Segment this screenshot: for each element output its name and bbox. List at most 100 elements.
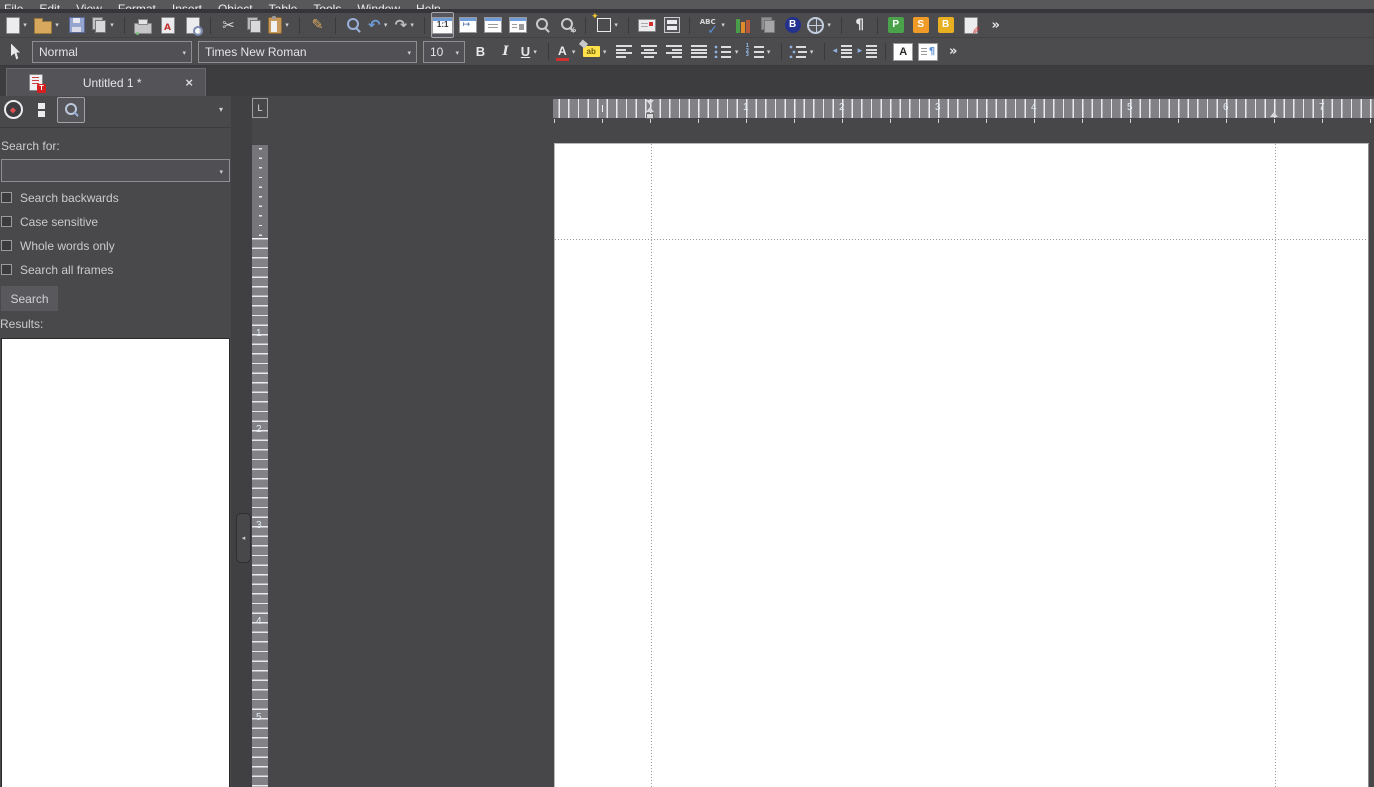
zoom-tool-button[interactable]: [531, 12, 554, 38]
chevron-down-icon[interactable]: ▾: [52, 21, 62, 29]
menu-table[interactable]: Table: [265, 2, 310, 9]
thumbnails-panel-button[interactable]: [29, 97, 53, 123]
chevron-down-icon[interactable]: ▾: [107, 21, 117, 29]
checkbox-unchecked[interactable]: [1, 240, 12, 251]
export-pdf-button[interactable]: A: [156, 12, 179, 38]
thesaurus-button[interactable]: [731, 12, 754, 38]
redo-button[interactable]: ↷▾: [394, 12, 419, 38]
basicmaker-button[interactable]: B: [934, 12, 957, 38]
bullet-list-button[interactable]: ▾: [713, 39, 743, 65]
numbered-list-button[interactable]: ▾: [745, 39, 775, 65]
copy-button[interactable]: [242, 12, 265, 38]
chevron-down-icon[interactable]: ▾: [182, 49, 186, 57]
chevron-down-icon[interactable]: ▾: [764, 48, 774, 56]
insert-text-frame-button[interactable]: ▾: [592, 12, 622, 38]
compare-documents-button[interactable]: [756, 12, 779, 38]
right-indent-marker[interactable]: [1270, 112, 1278, 117]
format-painter-button[interactable]: ✎: [306, 12, 329, 38]
search-results-list[interactable]: [1, 338, 230, 787]
underline-button[interactable]: U▾: [519, 39, 542, 65]
tab-close-button[interactable]: ×: [181, 75, 197, 90]
menu-help[interactable]: Help: [412, 2, 453, 9]
paragraph-dialog-button[interactable]: [917, 39, 940, 65]
chevron-down-icon[interactable]: ▾: [569, 48, 579, 56]
bold-button[interactable]: B: [469, 39, 492, 65]
menu-view[interactable]: View: [72, 2, 114, 9]
chevron-down-icon[interactable]: ▾: [381, 21, 391, 29]
save-versions-button[interactable]: ▾: [90, 12, 118, 38]
document-tab[interactable]: Untitled 1 * ×: [6, 68, 206, 96]
split-window-button[interactable]: [660, 12, 683, 38]
outline-list-button[interactable]: ▾: [788, 39, 818, 65]
document-page[interactable]: [554, 143, 1369, 787]
font-color-button[interactable]: A▾: [555, 39, 580, 65]
checkbox-unchecked[interactable]: [1, 192, 12, 203]
menu-file[interactable]: File: [0, 2, 35, 9]
chevron-down-icon[interactable]: ▾: [600, 48, 610, 56]
save-button[interactable]: [65, 12, 88, 38]
chevron-down-icon[interactable]: ▾: [282, 21, 292, 29]
reference-button[interactable]: B: [781, 12, 804, 38]
chevron-down-icon[interactable]: ▾: [718, 21, 728, 29]
tab-stop-type-button[interactable]: L: [252, 98, 268, 118]
highlight-button[interactable]: ab▾: [582, 39, 611, 65]
chevron-down-icon[interactable]: ▾: [20, 21, 30, 29]
chevron-down-icon[interactable]: ▾: [824, 21, 834, 29]
menu-edit[interactable]: Edit: [35, 2, 72, 9]
fit-page-width-button[interactable]: [456, 12, 479, 38]
horizontal-ruler[interactable]: 1234567: [553, 99, 1374, 118]
spell-check-button[interactable]: ABC▾: [696, 12, 729, 38]
object-mode-button[interactable]: [5, 39, 28, 65]
style-combo[interactable]: Normal▾: [32, 41, 192, 63]
print-preview-button[interactable]: [181, 12, 204, 38]
insert-comment-button[interactable]: [635, 12, 658, 38]
paste-button[interactable]: ▾: [267, 12, 293, 38]
web-lookup-button[interactable]: ▾: [806, 12, 835, 38]
chevron-down-icon[interactable]: ▾: [530, 48, 540, 56]
chevron-down-icon[interactable]: ▾: [219, 105, 223, 114]
vertical-ruler[interactable]: 12345: [252, 145, 268, 787]
chevron-down-icon[interactable]: ▾: [732, 48, 742, 56]
search-button[interactable]: Search: [1, 286, 58, 311]
chevron-down-icon[interactable]: ▾: [407, 49, 411, 57]
planmaker-button[interactable]: P: [884, 12, 907, 38]
chevron-down-icon[interactable]: ▾: [611, 21, 621, 29]
align-right-button[interactable]: [663, 39, 686, 65]
navigator-panel-button[interactable]: [1, 97, 25, 123]
decrease-indent-button[interactable]: [831, 39, 854, 65]
checkbox-unchecked[interactable]: [1, 264, 12, 275]
chevron-down-icon[interactable]: ▾: [219, 168, 223, 176]
align-left-button[interactable]: [613, 39, 636, 65]
menu-insert[interactable]: Insert: [168, 2, 214, 9]
menu-window[interactable]: Window: [353, 2, 412, 9]
size-combo[interactable]: 10▾: [423, 41, 465, 63]
align-justify-button[interactable]: [688, 39, 711, 65]
search-input[interactable]: ▾: [1, 159, 230, 182]
new-document-button[interactable]: ▾: [5, 12, 31, 38]
first-line-indent-marker[interactable]: [646, 100, 654, 105]
formatting-marks-button[interactable]: ¶: [848, 12, 871, 38]
menu-tools[interactable]: Tools: [309, 2, 353, 9]
print-button[interactable]: [131, 12, 154, 38]
align-center-button[interactable]: [638, 39, 661, 65]
chevron-down-icon[interactable]: ▾: [407, 21, 417, 29]
italic-button[interactable]: I: [494, 39, 517, 65]
sidebar-collapse-handle[interactable]: ◂: [236, 513, 251, 563]
character-dialog-button[interactable]: A: [892, 39, 915, 65]
chevron-down-icon[interactable]: ▾: [807, 48, 817, 56]
menu-object[interactable]: Object: [214, 2, 265, 9]
presentations-button[interactable]: S: [909, 12, 932, 38]
left-margin-marker[interactable]: [646, 113, 654, 119]
two-page-view-button[interactable]: [506, 12, 529, 38]
checkbox-unchecked[interactable]: [1, 216, 12, 227]
left-indent-marker[interactable]: [646, 107, 654, 112]
font-combo[interactable]: Times New Roman▾: [198, 41, 417, 63]
open-document-button[interactable]: ▾: [33, 12, 63, 38]
proofread-button[interactable]: [959, 12, 982, 38]
toolbar-overflow-button[interactable]: »: [984, 12, 1007, 38]
zoom-percent-button[interactable]: %: [556, 12, 579, 38]
find-button[interactable]: [342, 12, 365, 38]
zoom-original-button[interactable]: 1:1: [431, 12, 454, 38]
single-page-view-button[interactable]: [481, 12, 504, 38]
cut-button[interactable]: ✂: [217, 12, 240, 38]
